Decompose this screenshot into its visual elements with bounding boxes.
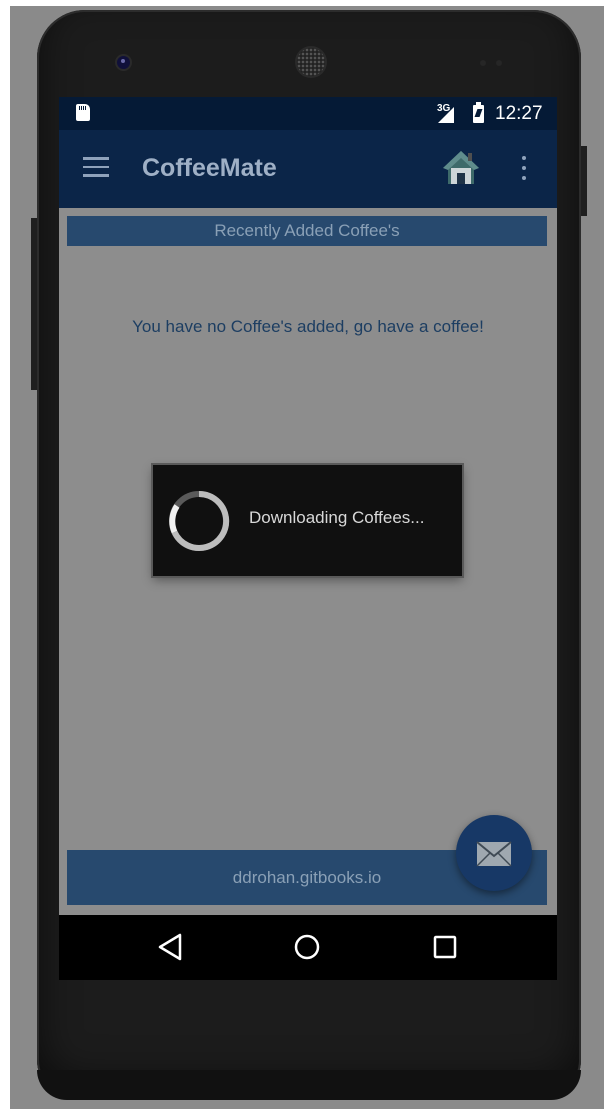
- battery-charging-icon: [473, 102, 484, 123]
- status-bar: 3G 12:27: [59, 97, 557, 130]
- progress-spinner-icon: [168, 490, 230, 552]
- progress-message: Downloading Coffees...: [249, 508, 425, 527]
- section-header: Recently Added Coffee's: [67, 216, 547, 246]
- more-vert-icon[interactable]: [521, 156, 527, 182]
- email-icon: [476, 841, 512, 867]
- menu-icon[interactable]: [83, 157, 109, 177]
- signal-icon: [438, 107, 454, 123]
- home-circle-icon[interactable]: [289, 929, 325, 965]
- light-sensor: [496, 60, 502, 66]
- recents-icon[interactable]: [427, 929, 463, 965]
- status-clock: 12:27: [495, 103, 543, 124]
- earpiece-speaker: [297, 48, 325, 76]
- device-screen: 3G 12:27 CoffeeMate Recently Added Coffe…: [59, 97, 557, 980]
- system-nav-bar: [59, 915, 557, 980]
- sd-card-icon: [76, 104, 90, 121]
- home-icon[interactable]: [441, 147, 481, 187]
- progress-dialog: Downloading Coffees...: [153, 465, 462, 576]
- email-fab-button[interactable]: [456, 815, 532, 891]
- phone-chin: [37, 1070, 581, 1100]
- front-camera: [117, 56, 130, 69]
- app-title: CoffeeMate: [142, 154, 277, 182]
- empty-state-message: You have no Coffee's added, go have a co…: [132, 317, 484, 336]
- power-button: [581, 146, 587, 216]
- back-icon[interactable]: [153, 929, 189, 965]
- proximity-sensor: [480, 60, 486, 66]
- app-bar: CoffeeMate: [59, 130, 557, 208]
- volume-button: [31, 218, 37, 390]
